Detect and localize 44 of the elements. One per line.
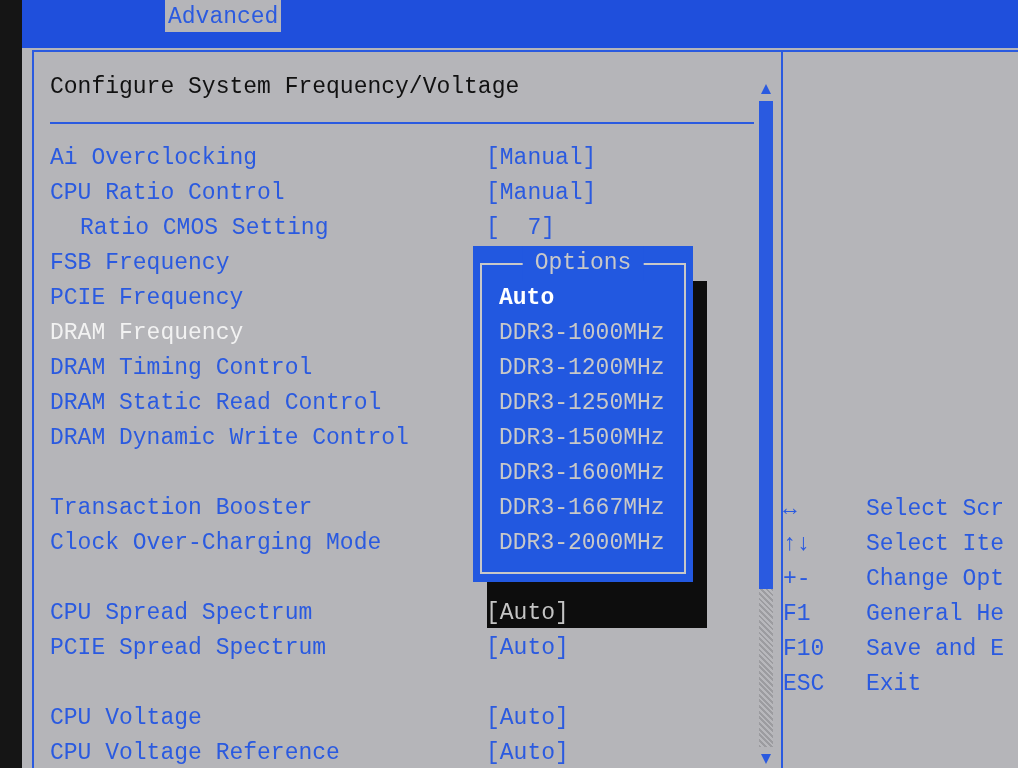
- setting-label[interactable]: DRAM Frequency: [50, 316, 244, 351]
- key-label: ESC: [783, 670, 826, 699]
- key-action: Save and E: [866, 635, 1006, 664]
- key-action: Select Ite: [866, 530, 1006, 559]
- setting-value[interactable]: [ 7]: [486, 211, 555, 246]
- setting-label[interactable]: CPU Voltage Reference: [50, 736, 340, 768]
- key-action: General He: [866, 600, 1006, 629]
- key-label: +-: [783, 565, 812, 594]
- setting-label[interactable]: FSB Frequency: [50, 246, 230, 281]
- setting-value[interactable]: [Auto]: [486, 736, 569, 768]
- setting-label[interactable]: CPU Voltage: [50, 701, 202, 736]
- section-title: Configure System Frequency/Voltage: [50, 73, 521, 102]
- setting-value[interactable]: [Auto]: [486, 631, 569, 666]
- key-label: F10: [783, 635, 826, 664]
- option-item[interactable]: DDR3-1250MHz: [499, 386, 665, 421]
- key-label: ↑↓: [783, 530, 812, 559]
- setting-label[interactable]: Clock Over-Charging Mode: [50, 526, 382, 561]
- setting-label[interactable]: PCIE Frequency: [50, 281, 244, 316]
- key-action: Exit: [866, 670, 923, 699]
- setting-label[interactable]: Ratio CMOS Setting: [50, 211, 329, 246]
- setting-label[interactable]: Transaction Booster: [50, 491, 313, 526]
- key-action: Change Opt: [866, 565, 1006, 594]
- option-item[interactable]: DDR3-1000MHz: [499, 316, 665, 351]
- option-item[interactable]: DDR3-1667MHz: [499, 491, 665, 526]
- setting-label[interactable]: CPU Ratio Control: [50, 176, 285, 211]
- setting-label[interactable]: DRAM Timing Control: [50, 351, 313, 386]
- key-label: ↔: [783, 495, 798, 524]
- setting-value[interactable]: [Auto]: [486, 596, 569, 631]
- option-item[interactable]: DDR3-2000MHz: [499, 526, 665, 561]
- setting-label[interactable]: DRAM Static Read Control: [50, 386, 382, 421]
- option-item[interactable]: DDR3-1600MHz: [499, 456, 665, 491]
- menu-tab[interactable]: Advanced: [165, 0, 282, 32]
- setting-label[interactable]: CPU Spread Spectrum: [50, 596, 313, 631]
- setting-value[interactable]: [Manual]: [486, 141, 597, 176]
- setting-label[interactable]: DRAM Dynamic Write Control: [50, 421, 409, 456]
- option-item[interactable]: Auto: [499, 281, 665, 316]
- option-item[interactable]: DDR3-1200MHz: [499, 351, 665, 386]
- key-label: F1: [783, 600, 812, 629]
- setting-label[interactable]: PCIE Spread Spectrum: [50, 631, 327, 666]
- setting-label[interactable]: Ai Overclocking: [50, 141, 258, 176]
- setting-value[interactable]: [Auto]: [486, 701, 569, 736]
- key-action: Select Scr: [866, 495, 1006, 524]
- option-item[interactable]: DDR3-1500MHz: [499, 421, 665, 456]
- setting-value[interactable]: [Manual]: [486, 176, 597, 211]
